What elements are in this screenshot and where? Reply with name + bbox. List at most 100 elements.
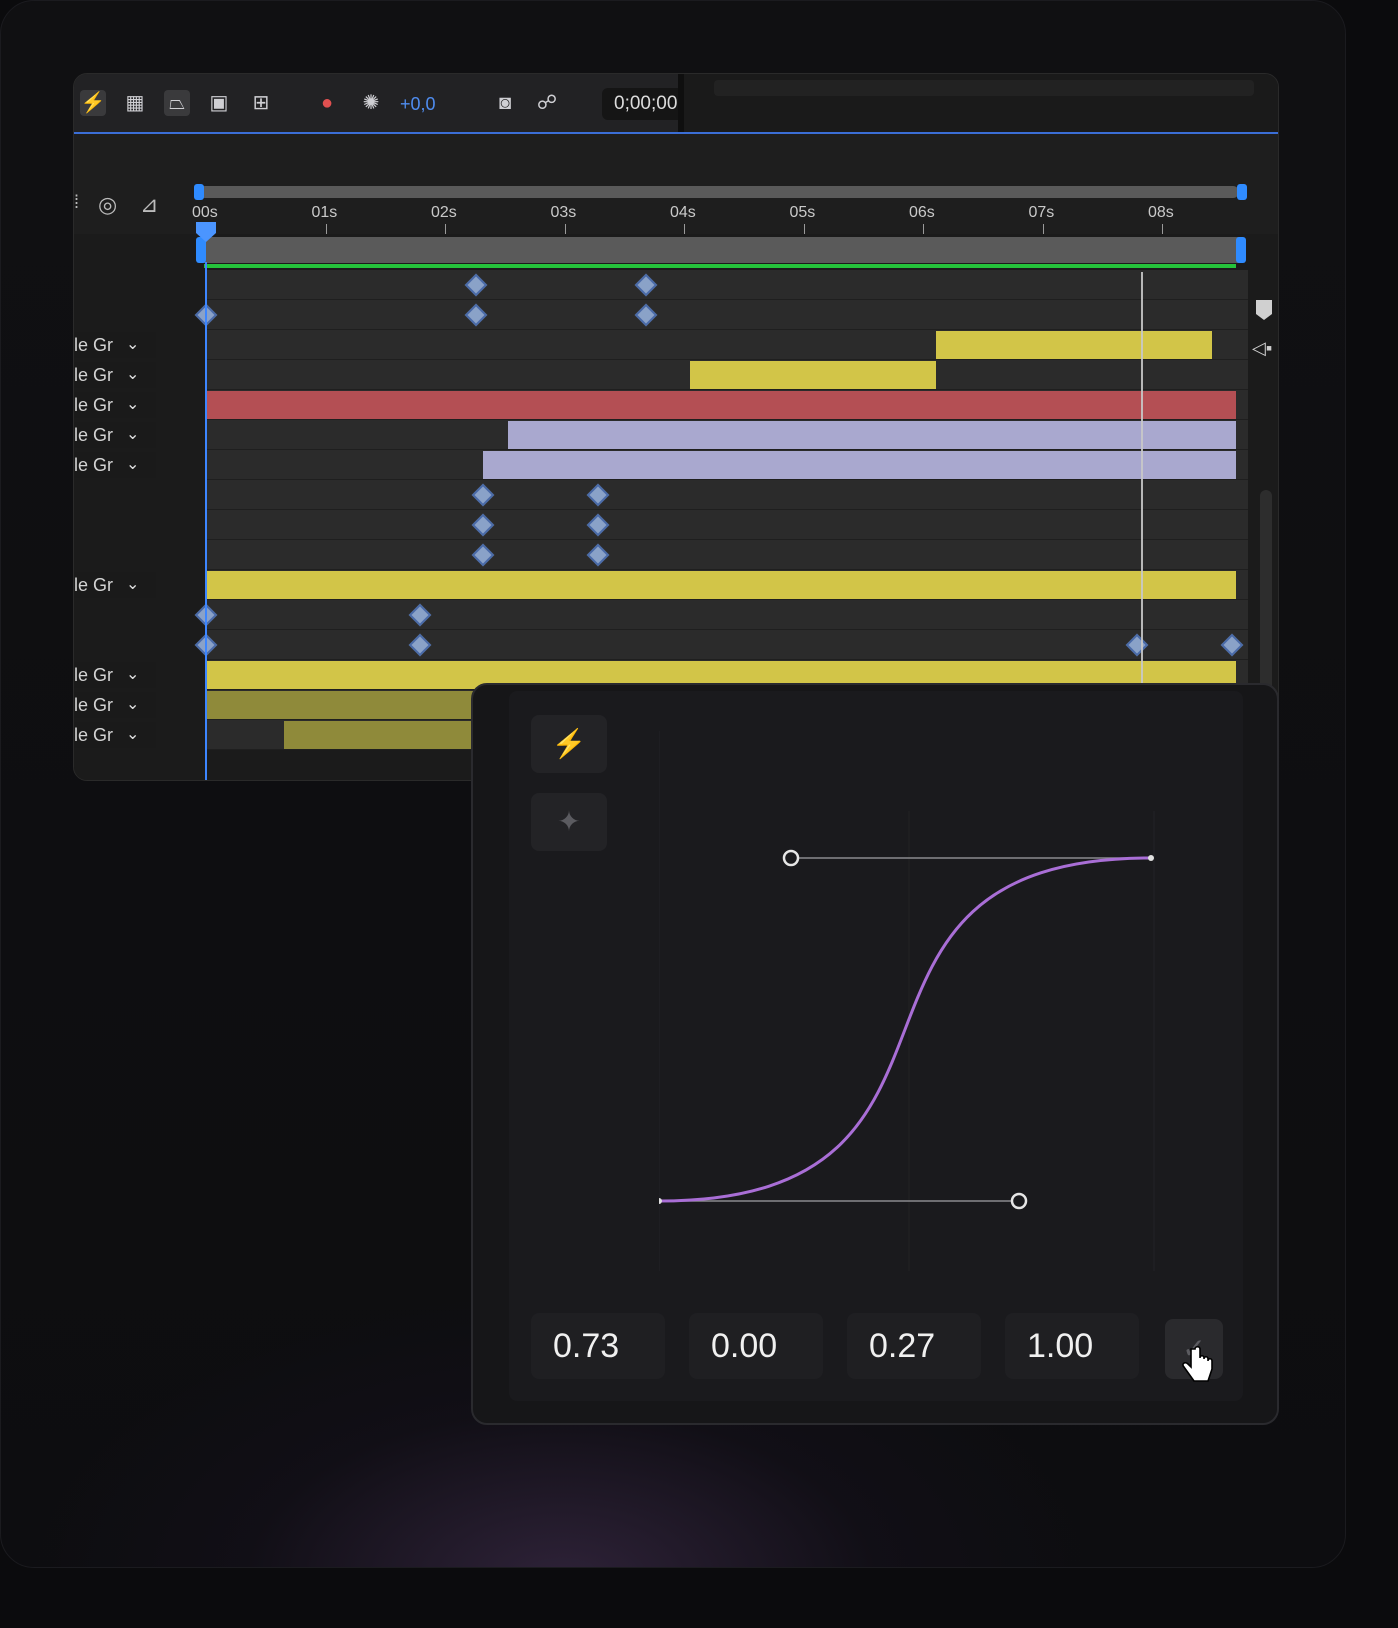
control-handle-2[interactable] — [782, 849, 800, 867]
layer-name-label[interactable]: le Gr ⌄ — [74, 332, 156, 358]
layer-name-text: le Gr — [74, 665, 114, 685]
playhead-line[interactable] — [205, 262, 207, 780]
ruler-tick-label: 01s — [311, 204, 338, 221]
layer-row[interactable] — [74, 480, 1278, 510]
layer-duration-bar[interactable] — [206, 571, 1236, 599]
layer-row[interactable] — [74, 630, 1278, 660]
layer-duration-bar[interactable] — [508, 421, 1236, 449]
layer-row[interactable] — [74, 510, 1278, 540]
chevron-down-icon[interactable]: ⌄ — [126, 332, 139, 358]
layer-name-text: le Gr — [74, 365, 114, 385]
x1-value-field[interactable]: 0.73 — [531, 1313, 665, 1379]
x2-value-field[interactable]: 0.27 — [847, 1313, 981, 1379]
layer-row[interactable]: le Gr ⌄ — [74, 570, 1278, 600]
toolbar-right-area — [684, 74, 1278, 132]
layer-row[interactable] — [74, 270, 1278, 300]
safe-margins-icon[interactable]: ⊞ — [248, 90, 274, 116]
ruler-tick-label: 06s — [909, 204, 935, 221]
chevron-down-icon[interactable]: ⌄ — [126, 572, 139, 598]
layer-track[interactable] — [206, 480, 1248, 510]
hand-pointer-cursor — [1182, 1345, 1213, 1382]
motion-blur-icon[interactable]: ◎ — [98, 192, 117, 218]
layer-track[interactable] — [206, 540, 1248, 570]
ruler-tick-label: 03s — [550, 204, 577, 221]
layer-duration-bar[interactable] — [483, 451, 1236, 479]
render-range-line — [204, 264, 1236, 268]
layer-track[interactable] — [206, 630, 1248, 660]
control-handle-1[interactable] — [1010, 1192, 1028, 1210]
layer-duration-bar[interactable] — [690, 361, 936, 389]
app-frame: ⚡ ▦ ⏢ ▣ ⊞ ● ✺ +0,0 ◙ ☍ 0;00;00 ⁞ ◎ ⊿ 00s… — [0, 0, 1346, 1568]
graph-editor-icon[interactable]: ⊿ — [140, 192, 158, 218]
ruler-tick-mark — [564, 224, 566, 234]
layer-name-label[interactable]: le Gr ⌄ — [74, 362, 156, 388]
layer-switches-icon[interactable]: ⁞ — [74, 192, 79, 213]
work-area-bar[interactable] — [199, 186, 1239, 198]
layer-name-label[interactable]: le Gr ⌄ — [74, 572, 156, 598]
layer-row[interactable]: le Gr ⌄ — [74, 330, 1278, 360]
layer-row[interactable] — [74, 300, 1278, 330]
exposure-value[interactable]: +0,0 — [400, 94, 436, 115]
work-area-end-handle[interactable] — [1237, 184, 1247, 200]
layer-track[interactable] — [206, 300, 1248, 330]
region-of-interest-icon[interactable]: ▣ — [206, 90, 232, 116]
layer-name-label[interactable]: le Gr ⌄ — [74, 662, 156, 688]
sparkle-icon[interactable]: ✦ — [531, 793, 607, 851]
ruler-tick-mark — [923, 224, 924, 234]
easing-popover: ⚡ ✦ 0.73 0.00 0.27 1.00 ✓ — [471, 683, 1279, 1425]
chevron-down-icon[interactable]: ⌄ — [126, 362, 139, 388]
show-snapshot-icon[interactable]: ☍ — [534, 90, 560, 116]
layer-name-label[interactable]: le Gr ⌄ — [74, 392, 156, 418]
layer-name-label[interactable]: le Gr ⌄ — [74, 722, 156, 748]
ruler-tick-label: 07s — [1028, 204, 1055, 221]
chevron-down-icon[interactable]: ⌄ — [126, 722, 139, 748]
layer-name-text: le Gr — [74, 425, 114, 445]
layer-name-text: le Gr — [74, 725, 114, 745]
layer-name-label[interactable]: le Gr ⌄ — [74, 692, 156, 718]
ruler-tick-mark — [325, 224, 327, 234]
chevron-down-icon[interactable]: ⌄ — [126, 452, 139, 478]
composition-bar[interactable] — [199, 237, 1239, 263]
layer-row[interactable]: le Gr ⌄ — [74, 360, 1278, 390]
layer-duration-bar[interactable] — [936, 331, 1212, 359]
y1-value-field[interactable]: 0.00 — [689, 1313, 823, 1379]
layer-name-text: le Gr — [74, 395, 114, 415]
layer-track[interactable] — [206, 510, 1248, 540]
ruler-tick-mark — [1042, 224, 1044, 234]
ruler-tick-mark — [445, 224, 446, 234]
bolt-icon[interactable]: ⚡ — [531, 715, 607, 773]
mask-path-icon[interactable]: ⏢ — [164, 90, 190, 116]
composition-start-handle[interactable] — [196, 237, 206, 263]
layer-row[interactable] — [74, 540, 1278, 570]
chevron-down-icon[interactable]: ⌄ — [126, 692, 139, 718]
composition-end-handle[interactable] — [1236, 237, 1246, 263]
layer-name-label[interactable]: le Gr ⌄ — [74, 452, 156, 478]
layer-row[interactable]: le Gr ⌄ — [74, 420, 1278, 450]
color-channels-icon[interactable]: ● — [314, 90, 340, 116]
ruler-tick-label: 04s — [670, 204, 696, 221]
layer-row[interactable]: le Gr ⌄ — [74, 390, 1278, 420]
transparency-grid-icon[interactable]: ▦ — [122, 90, 148, 116]
y2-value-field[interactable]: 1.00 — [1005, 1313, 1139, 1379]
toolbar-right-bar — [714, 80, 1254, 96]
bezier-curve-graph[interactable] — [659, 731, 1179, 1271]
layer-name-label[interactable]: le Gr ⌄ — [74, 422, 156, 448]
layer-duration-bar[interactable] — [206, 391, 1236, 419]
ruler-tick-label: 00s — [192, 204, 218, 221]
chevron-down-icon[interactable]: ⌄ — [126, 422, 139, 448]
chevron-down-icon[interactable]: ⌄ — [126, 662, 139, 688]
time-ruler: ⁞ ◎ ⊿ 00s 01s 02s 03s 04s 05s 06s 07s 08s — [74, 134, 1278, 234]
ruler-tick-label: 08s — [1148, 204, 1174, 221]
layer-row[interactable] — [74, 600, 1278, 630]
chevron-down-icon[interactable]: ⌄ — [126, 392, 139, 418]
layer-name-text: le Gr — [74, 455, 114, 475]
work-area-start-handle[interactable] — [194, 184, 204, 200]
layer-row[interactable]: le Gr ⌄ — [74, 450, 1278, 480]
layer-track[interactable] — [206, 600, 1248, 630]
exposure-reset-icon[interactable]: ✺ — [358, 90, 384, 116]
ruler-tick-label: 02s — [431, 204, 457, 221]
snapshot-camera-icon[interactable]: ◙ — [492, 90, 518, 116]
render-preview-icon[interactable]: ⚡ — [80, 90, 106, 116]
timeline-toolbar: ⚡ ▦ ⏢ ▣ ⊞ ● ✺ +0,0 ◙ ☍ 0;00;00 — [74, 74, 1278, 134]
layer-track[interactable] — [206, 270, 1248, 300]
